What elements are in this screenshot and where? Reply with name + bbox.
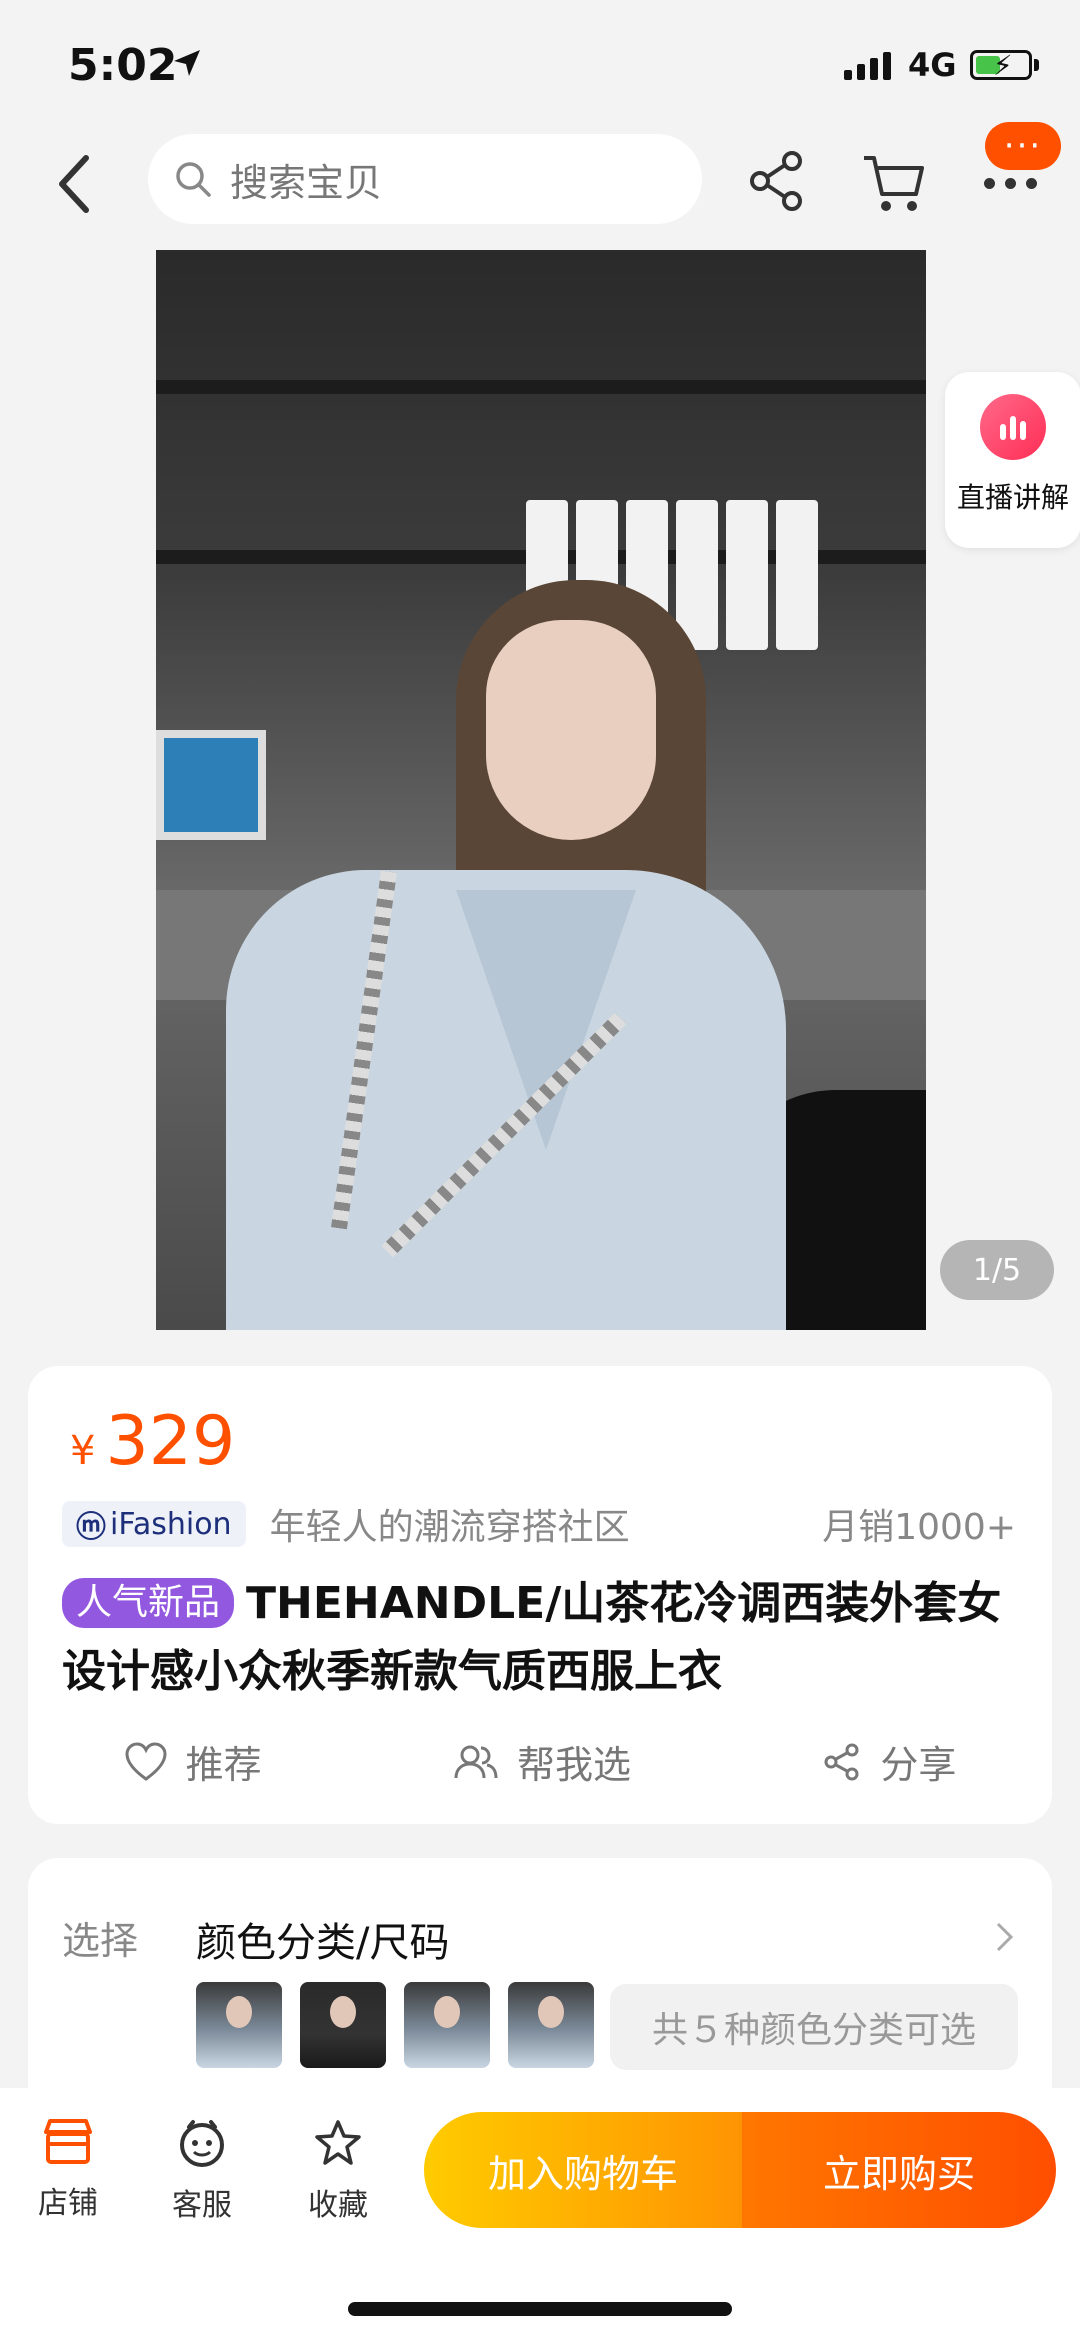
users-icon xyxy=(454,1745,498,1778)
favorite-label: 收藏 xyxy=(308,2188,368,2223)
product-title: 人气新品 THEHANDLE/山茶花冷调西装外套女设计感小众秋季新款气质西服上衣 xyxy=(62,1570,1042,1706)
service-label: 客服 xyxy=(172,2188,232,2223)
status-bar: 5:02 4G ⚡ xyxy=(0,0,1080,130)
signal-icon xyxy=(844,52,891,80)
battery-tip xyxy=(1034,59,1039,71)
product-info-card: ¥ 329 ⓜ iFashion 年轻人的潮流穿搭社区 月销1000+ 人气新品… xyxy=(28,1366,1052,1824)
status-time: 5:02 xyxy=(68,40,178,91)
back-arrow-icon[interactable] xyxy=(50,150,100,218)
product-image[interactable] xyxy=(156,250,926,1330)
currency-symbol: ¥ xyxy=(70,1428,96,1474)
ifashion-badge[interactable]: ⓜ iFashion xyxy=(62,1501,246,1547)
monthly-sales: 月销1000+ xyxy=(822,1507,1016,1548)
shop-label: 店铺 xyxy=(38,2186,98,2221)
image-pager: 1/5 xyxy=(940,1240,1054,1300)
sku-selector[interactable]: 选择 颜色分类/尺码 共５种颜色分类可选 xyxy=(28,1858,1052,2088)
variant-thumbnails xyxy=(196,1982,594,2068)
select-label: 选择 xyxy=(62,1919,139,1963)
network-label: 4G xyxy=(908,46,957,84)
help-choose-label: 帮我选 xyxy=(516,1743,631,1787)
live-icon xyxy=(980,394,1046,460)
variant-thumbnail[interactable] xyxy=(404,1982,490,2068)
message-badge[interactable]: ··· xyxy=(985,122,1061,170)
live-stream-button[interactable]: 直播讲解 xyxy=(945,372,1080,548)
buy-now-button[interactable]: 立即购买 xyxy=(742,2112,1056,2228)
product-actions: 推荐 帮我选 分享 xyxy=(28,1734,1052,1789)
live-label: 直播讲解 xyxy=(956,481,1069,514)
price: ¥ 329 xyxy=(70,1402,235,1481)
customer-service-tab[interactable]: 客服 xyxy=(152,2118,252,2224)
ifashion-logo-icon: ⓜ xyxy=(76,1510,106,1545)
recommend-button[interactable]: 推荐 xyxy=(124,1734,262,1789)
heart-icon xyxy=(125,1741,167,1781)
search-bar[interactable]: 搜索宝贝 xyxy=(148,134,702,224)
price-value: 329 xyxy=(105,1402,236,1481)
cart-icon[interactable] xyxy=(858,148,928,218)
chevron-right-icon xyxy=(996,1922,1014,1952)
variant-thumbnail[interactable] xyxy=(196,1982,282,2068)
variant-count: 共５种颜色分类可选 xyxy=(610,1984,1018,2070)
select-value: 颜色分类/尺码 xyxy=(196,1920,450,1966)
brand-slogan: 年轻人的潮流穿搭社区 xyxy=(269,1507,630,1548)
star-icon xyxy=(315,2120,361,2165)
service-icon xyxy=(180,2120,224,2167)
battery-icon: ⚡ xyxy=(970,49,1032,82)
search-placeholder: 搜索宝贝 xyxy=(230,160,383,205)
shop-icon xyxy=(44,2119,92,2164)
share-icon[interactable] xyxy=(742,146,812,216)
add-to-cart-button[interactable]: 加入购物车 xyxy=(424,2112,742,2228)
share-label: 分享 xyxy=(880,1743,957,1787)
variant-thumbnail[interactable] xyxy=(300,1982,386,2068)
help-choose-button[interactable]: 帮我选 xyxy=(453,1734,631,1789)
location-arrow-icon xyxy=(174,50,200,76)
home-indicator[interactable] xyxy=(348,2302,732,2316)
new-arrival-tag: 人气新品 xyxy=(62,1578,235,1628)
favorite-tab[interactable]: 收藏 xyxy=(288,2118,388,2224)
share-small-icon xyxy=(824,1743,859,1780)
recommend-label: 推荐 xyxy=(185,1743,262,1787)
shop-tab[interactable]: 店铺 xyxy=(18,2118,118,2222)
share-product-button[interactable]: 分享 xyxy=(822,1734,956,1789)
more-options-icon[interactable] xyxy=(984,178,1037,189)
brand-row: ⓜ iFashion 年轻人的潮流穿搭社区 月销1000+ xyxy=(62,1498,1052,1550)
variant-thumbnail[interactable] xyxy=(508,1982,594,2068)
brand-name: iFashion xyxy=(110,1506,232,1542)
search-icon xyxy=(176,162,211,197)
